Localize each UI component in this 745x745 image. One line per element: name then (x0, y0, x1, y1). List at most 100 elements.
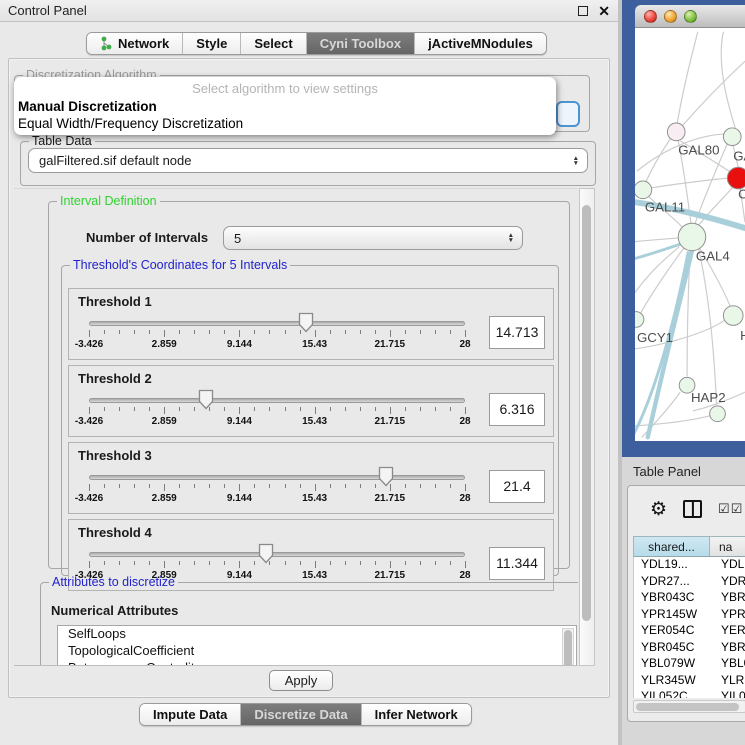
close-traffic-light-icon[interactable] (644, 10, 657, 23)
tick-mark (254, 561, 255, 565)
minimize-traffic-light-icon[interactable] (664, 10, 677, 23)
network-node[interactable] (678, 223, 706, 251)
tick-label: -3.426 (75, 339, 103, 350)
tick-mark (285, 407, 286, 411)
table-data-combobox[interactable]: galFiltered.sif default node ▲▼ (28, 148, 588, 173)
tab-label: Discretize Data (254, 707, 347, 722)
tick-mark (360, 407, 361, 411)
network-node[interactable] (723, 306, 743, 326)
tab-infer-network[interactable]: Infer Network (361, 704, 471, 725)
top-tab-strip: Network Style SelectCyni ToolboxjActiveMNo… (86, 32, 547, 55)
tick-mark (330, 330, 331, 334)
slider-knob[interactable] (378, 466, 394, 492)
settings-scrollbar[interactable] (579, 188, 595, 666)
cell-shared-name: YDR27... (634, 574, 710, 591)
table-row[interactable]: YDL19...YDL1 (634, 557, 745, 574)
tick-mark (345, 407, 346, 411)
threshold-slider-3[interactable]: -3.4262.8599.14415.4321.71528 (77, 463, 477, 509)
table-row[interactable]: YDR27...YDR2 (634, 574, 745, 591)
network-edge (677, 32, 698, 123)
node-label-gal11: GAL11 (645, 199, 685, 214)
threshold-value-field[interactable]: 6.316 (489, 393, 545, 426)
attribute-item-betweennesscentrality[interactable]: BetweennessCentrality (58, 660, 576, 666)
tick-mark (465, 330, 466, 337)
table-row[interactable]: YLR345WYLR3 (634, 673, 745, 690)
network-node[interactable] (667, 123, 685, 141)
tick-mark (285, 330, 286, 334)
tab-select[interactable]: Select (240, 33, 305, 54)
threshold-title: Threshold 3 (69, 443, 553, 463)
cell-shared-name: YLR345W (634, 673, 710, 690)
network-node[interactable] (635, 181, 652, 199)
tick-mark (149, 484, 150, 488)
network-node[interactable] (635, 312, 644, 328)
tick-mark (300, 561, 301, 565)
control-panel: Control Panel ✕ Network Style SelectCyni T… (0, 0, 618, 745)
table-panel-body: ⚙ ☑☑ shared... na YDL19...YDL1YDR27...YD… (627, 485, 745, 722)
tab-impute-data[interactable]: Impute Data (140, 704, 240, 725)
tab-label: Style (196, 36, 227, 51)
attributes-list-scrollbar[interactable] (562, 628, 574, 666)
attribute-item-topologicalcoefficient[interactable]: TopologicalCoefficient (58, 643, 576, 660)
tick-mark (330, 484, 331, 488)
checkboxes-icon[interactable]: ☑☑ (718, 501, 743, 517)
table-hscrollbar-thumb[interactable] (636, 703, 739, 712)
tick-label: -3.426 (75, 493, 103, 504)
table-row[interactable]: YIL052CYIL0 (634, 689, 745, 698)
network-edge (646, 139, 671, 182)
table-row[interactable]: YBL079WYBL0 (634, 656, 745, 673)
algorithm-option-equal-width-frequency-discretization[interactable]: Equal Width/Frequency Discretization (14, 116, 556, 133)
threshold-slider-2[interactable]: -3.4262.8599.14415.4321.71528 (77, 386, 477, 432)
algorithm-combobox[interactable] (556, 101, 580, 127)
number-of-intervals-spinner[interactable]: 5 ▲▼ (223, 226, 523, 250)
tick-mark (465, 484, 466, 491)
tick-mark (134, 561, 135, 565)
threshold-slider-1[interactable]: -3.4262.8599.14415.4321.71528 (77, 309, 477, 355)
slider-knob[interactable] (198, 389, 214, 415)
tab-cyni-toolbox[interactable]: Cyni Toolbox (306, 33, 414, 54)
column-header-shared-name[interactable]: shared... (634, 537, 710, 556)
tick-mark (104, 484, 105, 488)
tab-style[interactable]: Style (182, 33, 240, 54)
cell-name: YIL0 (710, 689, 745, 698)
threshold-value-field[interactable]: 21.4 (489, 470, 545, 503)
tab-network[interactable]: Network (87, 33, 182, 54)
settings-scrollbar-thumb[interactable] (582, 205, 591, 621)
split-columns-icon[interactable] (683, 500, 702, 518)
table-row[interactable]: YBR045CYBR0 (634, 640, 745, 657)
network-node[interactable] (723, 128, 741, 146)
tick-mark (269, 484, 270, 488)
threshold-value-field[interactable]: 14.713 (489, 316, 545, 349)
network-graph: GAL80GAGAL11CGAL4GCY1HHAP2 (635, 28, 745, 441)
table-row[interactable]: YPR145WYPR1 (634, 607, 745, 624)
panel-title: Control Panel (8, 3, 87, 18)
column-header-name[interactable]: na (710, 537, 745, 556)
close-icon[interactable]: ✕ (598, 6, 610, 16)
cell-name: YLR3 (710, 673, 745, 690)
gear-icon[interactable]: ⚙ (650, 500, 667, 519)
attribute-item-selfloops[interactable]: SelfLoops (58, 626, 576, 643)
network-window-titlebar[interactable] (635, 5, 745, 28)
slider-knob[interactable] (258, 543, 274, 569)
slider-knob[interactable] (298, 312, 314, 338)
tab-discretize-data[interactable]: Discretize Data (240, 704, 360, 725)
table-row[interactable]: YER054CYER0 (634, 623, 745, 640)
network-node[interactable] (710, 406, 726, 422)
algorithm-placeholder-option[interactable]: Select algorithm to view settings (14, 81, 556, 99)
tick-mark (300, 407, 301, 411)
tick-mark (179, 407, 180, 411)
algorithm-option-manual-discretization[interactable]: Manual Discretization (14, 99, 556, 116)
table-row[interactable]: YBR043CYBR0 (634, 590, 745, 607)
tick-label: 15.43 (302, 493, 327, 504)
algorithm-dropdown-popup: Select algorithm to view settings Manual… (14, 77, 556, 135)
cell-shared-name: YBR043C (634, 590, 710, 607)
tab-jactivemnodules[interactable]: jActiveMNodules (414, 33, 546, 54)
combo-stepper-icon: ▲▼ (573, 156, 579, 166)
settings-scroll-area: Interval Definition Number of Intervals … (14, 188, 578, 666)
zoom-traffic-light-icon[interactable] (684, 10, 697, 23)
table-horizontal-scrollbar[interactable] (633, 700, 745, 713)
network-canvas[interactable]: GAL80GAGAL11CGAL4GCY1HHAP2 (635, 28, 745, 441)
apply-button[interactable]: Apply (269, 670, 333, 691)
float-icon[interactable] (578, 6, 588, 16)
network-node[interactable] (727, 167, 745, 189)
